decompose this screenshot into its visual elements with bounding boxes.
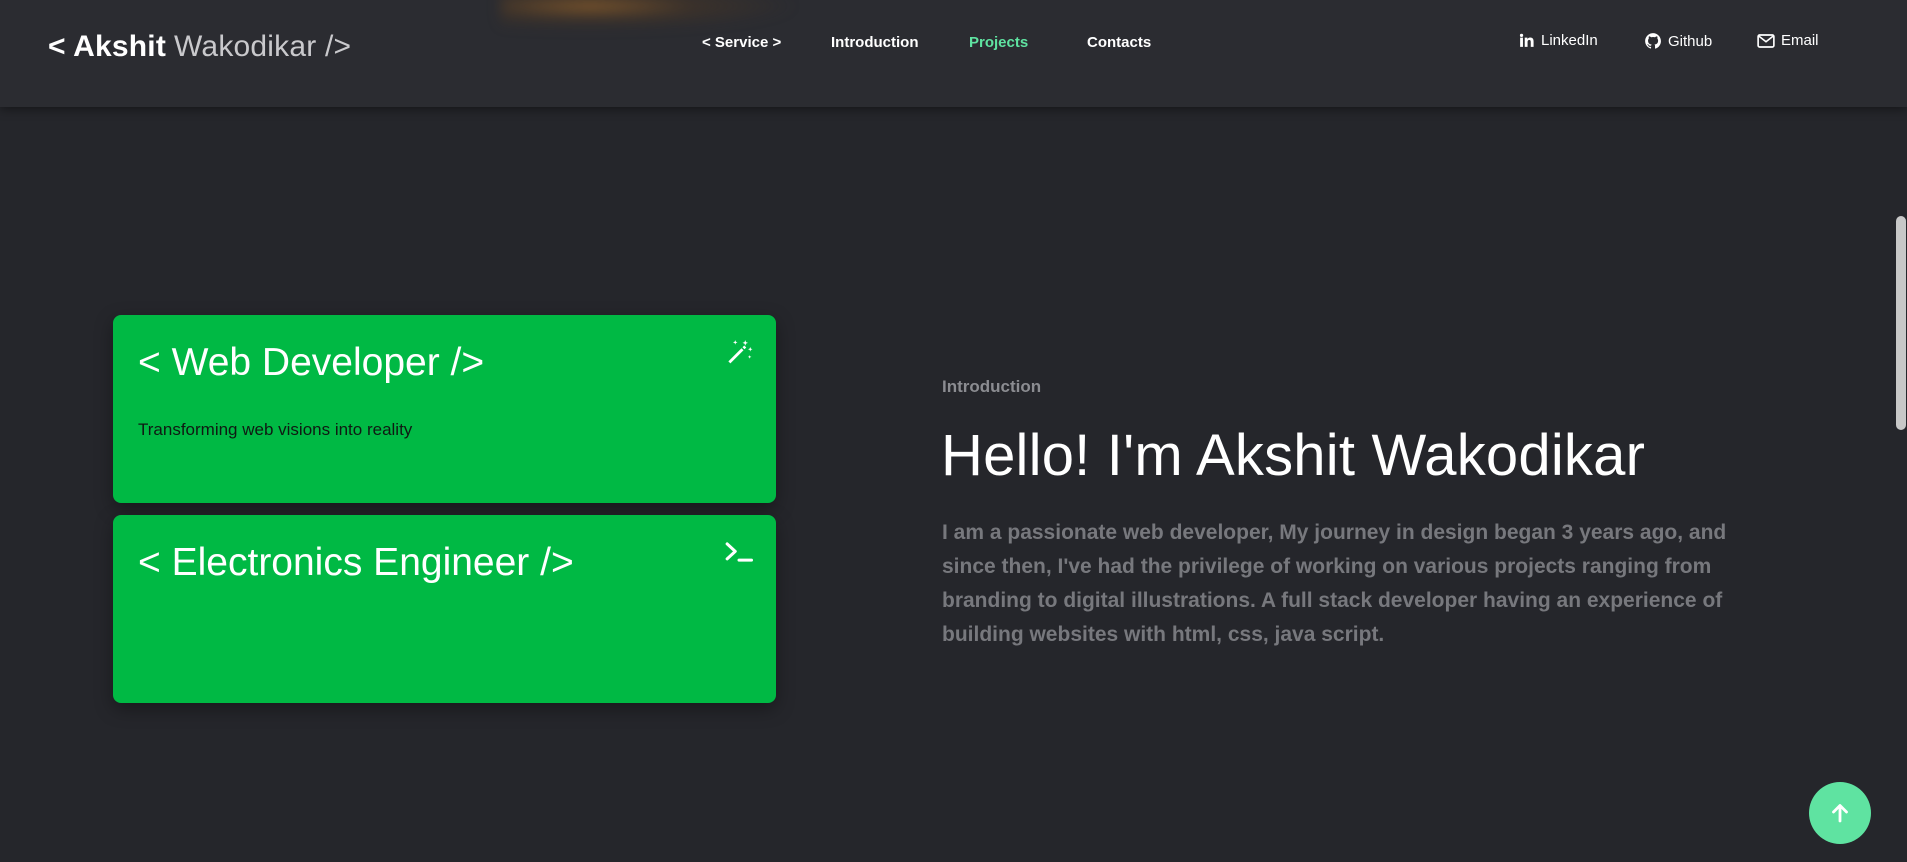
email-label: Email [1781,32,1819,49]
skill-card-web-developer: < Web Developer /> Transforming web visi… [113,315,776,503]
site-header: < Akshit Wakodikar /> < Service > Introdu… [0,0,1907,107]
intro-paragraph: I am a passionate web developer, My jour… [942,521,1727,646]
intro-heading: Hello! I'm Akshit Wakodikar [941,423,1646,488]
card-title: < Web Developer /> [138,341,485,384]
nav-item-introduction[interactable]: Introduction [831,34,918,51]
github-link[interactable]: Github [1644,32,1712,50]
linkedin-icon [1519,33,1534,47]
github-label: Github [1668,32,1713,50]
page-scrollbar[interactable] [1895,0,1907,862]
skill-card-electronics-engineer: < Electronics Engineer /> [113,515,776,703]
logo-first-name: < Akshit [48,30,167,63]
arrow-up-icon [1832,804,1848,823]
nav-item-service[interactable]: < Service > [702,34,781,51]
site-logo[interactable]: < Akshit Wakodikar /> [48,30,351,64]
card-title: < Electronics Engineer /> [138,541,574,584]
linkedin-link[interactable]: LinkedIn [1518,32,1598,49]
github-icon [1645,33,1661,49]
logo-last-name: Wakodikar /> [174,30,352,63]
nav-item-contacts[interactable]: Contacts [1087,34,1151,51]
magic-wand-icon [728,340,753,364]
header-background-blur [500,0,800,30]
scrollbar-thumb[interactable] [1896,216,1906,430]
email-link[interactable]: Email [1757,32,1819,49]
email-icon [1757,33,1775,48]
card-description: Transforming web visions into reality [138,420,413,439]
nav-item-projects[interactable]: Projects [969,34,1028,51]
intro-eyebrow: Introduction [942,377,1042,396]
linkedin-label: LinkedIn [1541,32,1598,49]
terminal-icon [725,542,753,562]
back-to-top-button[interactable] [1809,782,1871,844]
